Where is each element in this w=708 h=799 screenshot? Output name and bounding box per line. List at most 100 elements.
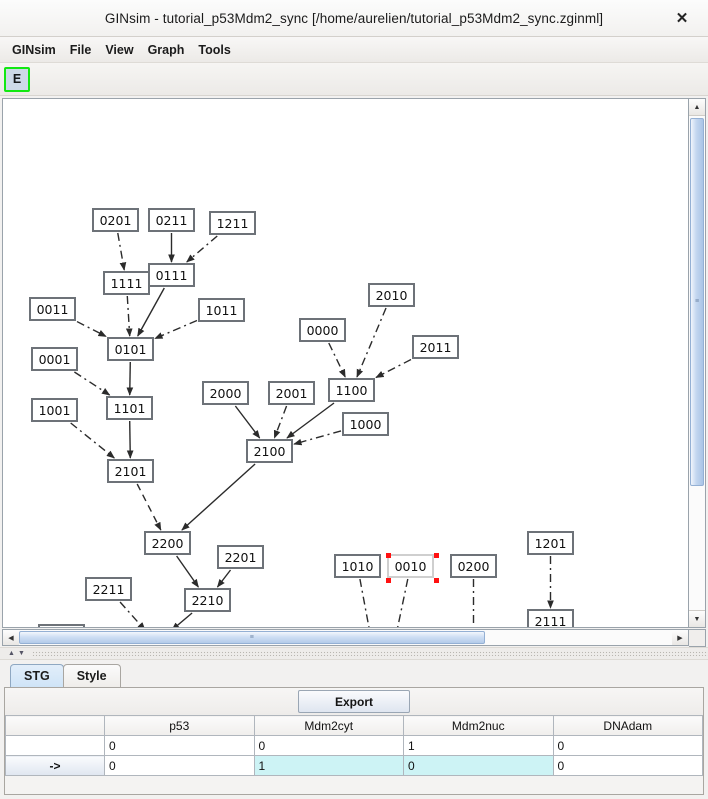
graph-node-1201[interactable]: 1201: [527, 531, 574, 555]
graph-node-0210[interactable]: 0210: [38, 624, 85, 627]
graph-node-1100[interactable]: 1100: [328, 378, 375, 402]
graph-node-2101[interactable]: 2101: [107, 459, 154, 483]
graph-edge-0101-1101[interactable]: [126, 361, 134, 396]
graph-node-0211[interactable]: 0211: [148, 208, 195, 232]
graph-node-2001[interactable]: 2001: [268, 381, 315, 405]
graph-node-1011[interactable]: 1011: [198, 298, 245, 322]
row-marker-button[interactable]: ->: [5, 755, 105, 776]
graph-node-2100[interactable]: 2100: [246, 439, 293, 463]
splitter-grip-icon[interactable]: [31, 651, 708, 656]
tab-stg[interactable]: STG: [10, 664, 64, 687]
table-col-Mdm2cyt: Mdm2cyt: [253, 715, 404, 736]
table-row[interactable]: -> 0 1 0 0: [5, 755, 703, 776]
scroll-up-icon[interactable]: ▲: [689, 99, 705, 116]
graph-edge-1001-2101[interactable]: [70, 422, 115, 459]
graph-node-2011[interactable]: 2011: [412, 335, 459, 359]
graph-edge-2000-2100[interactable]: [234, 405, 261, 439]
selection-handle[interactable]: [386, 578, 391, 583]
graph-edge-2210-1210[interactable]: [171, 612, 193, 628]
graph-edge-2101-2200[interactable]: [136, 483, 162, 531]
table-cell[interactable]: 0: [104, 755, 255, 776]
table-cell[interactable]: 0: [552, 735, 703, 756]
graph-edge-1211-0111[interactable]: [186, 235, 218, 263]
horizontal-scroll-thumb[interactable]: ≡: [19, 631, 485, 644]
graph-node-1111[interactable]: 1111: [103, 271, 150, 295]
graph-horizontal-scrollbar[interactable]: ◀ ≡ ▶: [2, 629, 689, 646]
menu-item-file[interactable]: File: [63, 40, 99, 60]
graph-edge-1101-2101[interactable]: [126, 420, 134, 459]
graph-node-label: 0101: [114, 341, 147, 357]
table-cell[interactable]: 0: [104, 735, 255, 756]
menu-item-graph[interactable]: Graph: [141, 40, 192, 60]
graph-node-0101[interactable]: 0101: [107, 337, 154, 361]
graph-edge-2100-2200[interactable]: [181, 463, 256, 531]
graph-edge-2011-1100[interactable]: [375, 358, 412, 379]
export-button[interactable]: Export: [298, 690, 410, 713]
scroll-right-icon[interactable]: ▶: [672, 630, 688, 645]
panel-splitter[interactable]: ▲ ▼: [0, 647, 708, 660]
state-transition-graph-canvas[interactable]: 0201 0211 1211 1111 0111 0011 1011 2010 0000 2011…: [2, 98, 689, 628]
menu-item-ginsim[interactable]: GINsim: [5, 40, 63, 60]
graph-edge-1111-0101[interactable]: [125, 295, 133, 337]
grip-icon: ≡: [694, 298, 700, 306]
graph-edge-0011-0101[interactable]: [76, 320, 107, 338]
table-cell[interactable]: 0: [253, 735, 404, 756]
table-empty-space: [5, 776, 703, 794]
graph-node-2111[interactable]: 2111: [527, 609, 574, 627]
graph-node-0000[interactable]: 0000: [299, 318, 346, 342]
graph-edge-1010-0100[interactable]: [359, 578, 380, 628]
graph-node-1001[interactable]: 1001: [31, 398, 78, 422]
graph-edge-2201-2210[interactable]: [216, 569, 232, 588]
graph-edge-0010-0100[interactable]: [385, 578, 409, 628]
graph-edge-1011-0101[interactable]: [154, 319, 198, 340]
horizontal-scroll-track[interactable]: ≡: [19, 630, 672, 645]
graph-node-2010[interactable]: 2010: [368, 283, 415, 307]
selection-handle[interactable]: [386, 553, 391, 558]
graph-edge-2211-1210[interactable]: [119, 601, 146, 628]
vertical-scroll-track[interactable]: ≡: [689, 116, 705, 610]
graph-node-0200[interactable]: 0200: [450, 554, 497, 578]
graph-edge-0000-1100[interactable]: [328, 342, 346, 378]
splitter-collapse-down-icon[interactable]: ▼: [18, 650, 25, 657]
graph-edge-2001-2100[interactable]: [273, 405, 288, 439]
graph-node-0001[interactable]: 0001: [31, 347, 78, 371]
graph-node-2210[interactable]: 2210: [184, 588, 231, 612]
graph-node-1101[interactable]: 1101: [106, 396, 153, 420]
graph-node-0010[interactable]: 0010: [386, 553, 439, 583]
scroll-down-icon[interactable]: ▼: [689, 610, 705, 627]
table-cell[interactable]: 0: [403, 755, 554, 776]
table-cell[interactable]: 0: [552, 755, 703, 776]
vertical-scroll-thumb[interactable]: ≡: [690, 118, 704, 486]
graph-node-2201[interactable]: 2201: [217, 545, 264, 569]
table-cell[interactable]: 1: [253, 755, 404, 776]
close-icon[interactable]: ✕: [668, 0, 696, 36]
menu-item-tools[interactable]: Tools: [191, 40, 237, 60]
graph-node-0011[interactable]: 0011: [29, 297, 76, 321]
graph-node-2211[interactable]: 2211: [85, 577, 132, 601]
graph-node-2200[interactable]: 2200: [144, 531, 191, 555]
graph-edge-0111-0101[interactable]: [137, 287, 165, 337]
splitter-collapse-up-icon[interactable]: ▲: [8, 650, 15, 657]
tab-style[interactable]: Style: [62, 664, 121, 687]
graph-edge-1100-2100[interactable]: [286, 402, 335, 439]
menu-item-view[interactable]: View: [98, 40, 140, 60]
edit-mode-button[interactable]: E: [4, 66, 30, 92]
graph-edge-0001-1101[interactable]: [74, 371, 111, 396]
graph-node-1000[interactable]: 1000: [342, 412, 389, 436]
graph-node-0201[interactable]: 0201: [92, 208, 139, 232]
scroll-left-icon[interactable]: ◀: [3, 630, 19, 645]
graph-edge-1000-2100[interactable]: [293, 430, 342, 446]
graph-edge-2200-2210[interactable]: [176, 555, 199, 588]
selection-handle[interactable]: [434, 578, 439, 583]
graph-vertical-scrollbar[interactable]: ▲ ≡ ▼: [689, 98, 706, 628]
graph-edge-0201-1111[interactable]: [117, 232, 127, 271]
graph-edge-2010-1100[interactable]: [356, 307, 387, 378]
table-cell[interactable]: 1: [403, 735, 554, 756]
graph-node-2000[interactable]: 2000: [202, 381, 249, 405]
graph-node-0111[interactable]: 0111: [148, 263, 195, 287]
graph-node-1211[interactable]: 1211: [209, 211, 256, 235]
table-row[interactable]: 0010: [5, 735, 703, 756]
graph-panel: 0201 0211 1211 1111 0111 0011 1011 2010 0000 2011…: [0, 96, 708, 647]
graph-node-1010[interactable]: 1010: [334, 554, 381, 578]
selection-handle[interactable]: [434, 553, 439, 558]
